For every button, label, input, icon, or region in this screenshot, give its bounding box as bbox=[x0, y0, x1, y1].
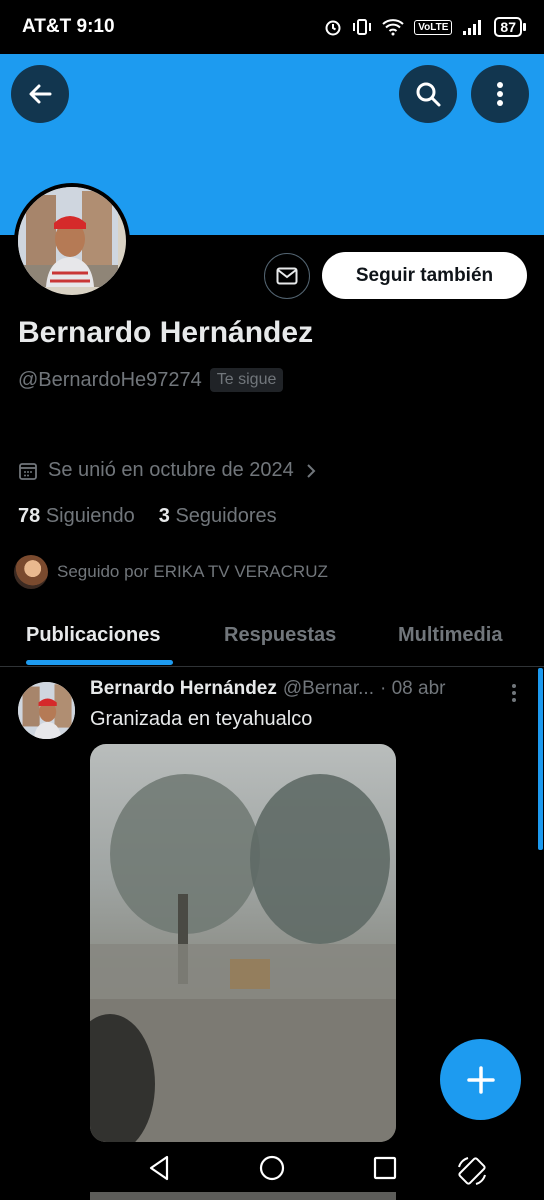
more-vertical-icon bbox=[512, 684, 516, 702]
post-author-handle[interactable]: @Bernar... bbox=[283, 678, 374, 700]
search-icon bbox=[416, 82, 441, 107]
followed-by[interactable]: Seguido por ERIKA TV VERACRUZ bbox=[14, 555, 328, 589]
tab-publicaciones[interactable]: Publicaciones bbox=[26, 606, 161, 664]
clock: 9:10 bbox=[76, 16, 115, 37]
follow-counts: 78 Siguiendo 3 Seguidores bbox=[18, 505, 277, 528]
post-author-name[interactable]: Bernardo Hernández bbox=[90, 678, 277, 700]
follow-back-button[interactable]: Seguir también bbox=[322, 252, 527, 299]
following-count: 78 bbox=[18, 505, 41, 527]
battery-level: 87 bbox=[494, 17, 526, 37]
post-date[interactable]: · 08 abr bbox=[380, 678, 445, 700]
search-button[interactable] bbox=[399, 65, 457, 123]
scrollbar[interactable] bbox=[538, 668, 543, 850]
avatar-photo bbox=[18, 682, 75, 739]
message-button[interactable] bbox=[264, 253, 310, 299]
video-frame bbox=[90, 774, 396, 1142]
followers-link[interactable]: 3 Seguidores bbox=[159, 505, 277, 528]
back-button[interactable] bbox=[11, 65, 69, 123]
followed-by-text: Seguido por ERIKA TV VERACRUZ bbox=[57, 562, 328, 581]
following-link[interactable]: 78 Siguiendo bbox=[18, 505, 135, 528]
vibrate-icon bbox=[353, 19, 372, 35]
profile-avatar[interactable] bbox=[14, 183, 130, 299]
followers-count: 3 bbox=[158, 505, 170, 527]
post-header: Bernardo Hernández @Bernar... · 08 abr bbox=[90, 678, 445, 700]
more-options-button[interactable] bbox=[471, 65, 529, 123]
joined-date[interactable]: Se unió en octubre de 2024 bbox=[18, 459, 318, 482]
profile-handle: @BernardoHe97274 bbox=[18, 368, 202, 391]
profile-name: Bernardo Hernández bbox=[18, 316, 314, 349]
post-text: Granizada en teyahualco bbox=[90, 708, 313, 730]
tab-multimedia[interactable]: Multimedia bbox=[398, 606, 502, 664]
carrier: AT&T bbox=[22, 16, 72, 37]
wifi-icon bbox=[382, 19, 404, 36]
joined-text: Se unió en octubre de 2024 bbox=[48, 459, 294, 481]
plus-icon bbox=[466, 1065, 495, 1094]
more-vertical-icon bbox=[497, 82, 503, 106]
compose-post-button[interactable] bbox=[440, 1039, 521, 1120]
nav-home-icon[interactable] bbox=[259, 1154, 285, 1182]
followers-label: Seguidores bbox=[175, 505, 277, 527]
tab-respuestas[interactable]: Respuestas bbox=[224, 606, 336, 664]
chevron-right-icon bbox=[307, 463, 316, 478]
signal-icon bbox=[463, 20, 482, 35]
nav-back-icon[interactable] bbox=[147, 1154, 171, 1182]
nav-recents-icon[interactable] bbox=[373, 1154, 397, 1182]
avatar-photo bbox=[18, 187, 118, 287]
post-more-button[interactable] bbox=[506, 681, 522, 710]
volte-badge: VoLTE bbox=[414, 19, 453, 35]
alarm-icon bbox=[325, 20, 341, 36]
follows-you-badge: Te sigue bbox=[209, 368, 284, 392]
profile-tabs: Publicaciones Respuestas Multimedia bbox=[0, 606, 544, 667]
status-bar: AT&T 9:10 VoLTE 87 bbox=[0, 0, 544, 54]
mail-icon bbox=[276, 267, 298, 285]
handle-row: @BernardoHe97274 Te sigue bbox=[18, 368, 284, 392]
carrier-time: AT&T 9:10 bbox=[22, 16, 115, 38]
calendar-icon bbox=[19, 462, 37, 480]
status-icons: VoLTE 87 bbox=[324, 17, 526, 37]
arrow-left-icon bbox=[29, 84, 52, 104]
following-label: Siguiendo bbox=[45, 505, 135, 527]
follower-avatar bbox=[14, 555, 48, 589]
active-tab-indicator bbox=[26, 660, 173, 665]
rotate-screen-icon[interactable] bbox=[456, 1155, 488, 1187]
post-author-avatar[interactable] bbox=[18, 682, 75, 739]
post-video[interactable] bbox=[90, 744, 396, 1142]
